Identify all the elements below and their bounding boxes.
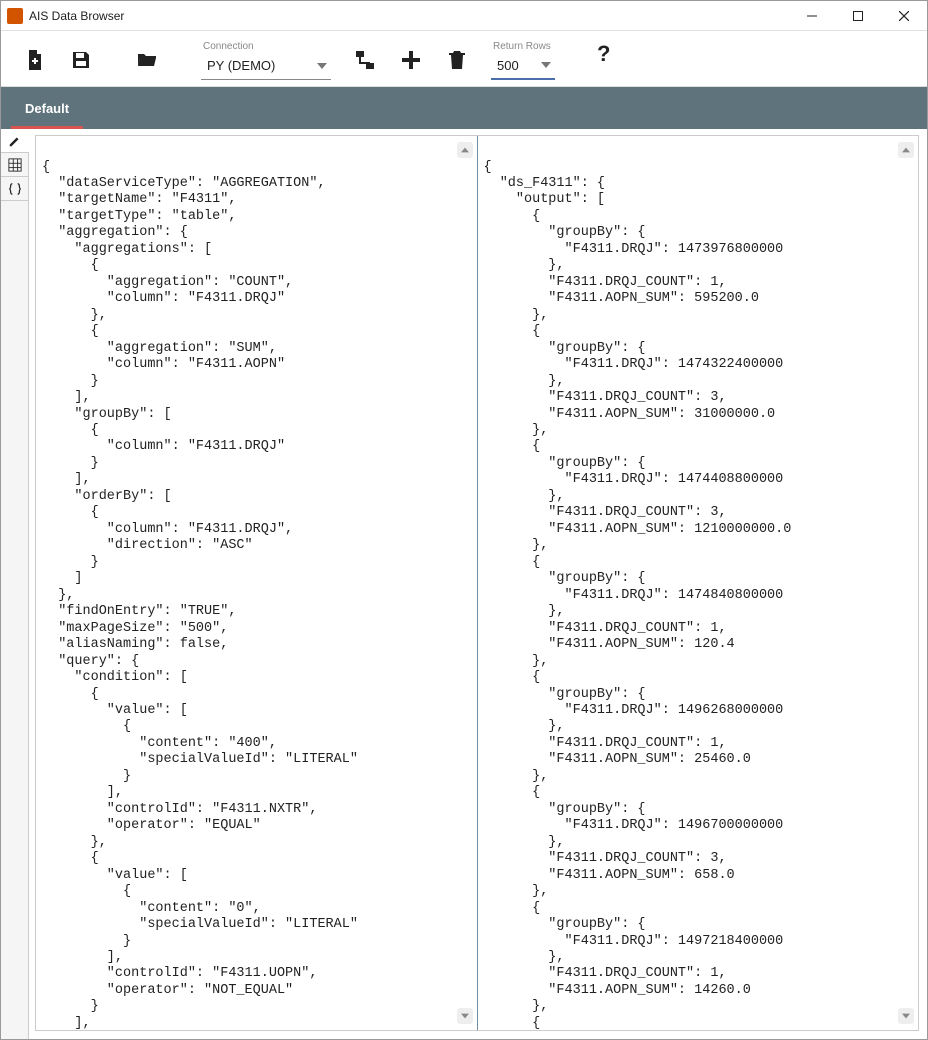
braces-mode-button[interactable] (1, 177, 29, 201)
editor-panes: { "dataServiceType": "AGGREGATION", "tar… (35, 135, 919, 1031)
connection-label: Connection (203, 41, 331, 52)
delete-button[interactable] (437, 40, 477, 80)
toolbar: Connection PY (DEMO) Return Rows 500 ? (1, 31, 927, 87)
return-rows-label: Return Rows (493, 41, 555, 52)
minimize-button[interactable] (789, 1, 835, 30)
save-button[interactable] (61, 40, 101, 80)
request-json[interactable]: { "dataServiceType": "AGGREGATION", "tar… (36, 150, 477, 1031)
grid-mode-button[interactable] (1, 153, 29, 177)
window-title: AIS Data Browser (29, 9, 789, 23)
connection-dropdown[interactable]: PY (DEMO) (201, 52, 331, 80)
titlebar: AIS Data Browser (1, 1, 927, 31)
return-rows-field: Return Rows 500 (491, 41, 555, 80)
window-controls (789, 1, 927, 30)
body: { "dataServiceType": "AGGREGATION", "tar… (1, 129, 927, 1039)
response-pane[interactable]: { "ds_F4311": { "output": [ { "groupBy":… (477, 136, 919, 1030)
scroll-up-button[interactable] (457, 142, 473, 158)
open-folder-button[interactable] (127, 40, 167, 80)
tab-default[interactable]: Default (11, 89, 83, 129)
maximize-button[interactable] (835, 1, 881, 30)
scroll-up-button[interactable] (898, 142, 914, 158)
connection-manage-button[interactable] (345, 40, 385, 80)
left-toolbar (1, 129, 29, 1039)
new-file-button[interactable] (15, 40, 55, 80)
edit-mode-button[interactable] (1, 129, 29, 153)
return-rows-value: 500 (497, 58, 519, 73)
tabbar: Default (1, 87, 927, 129)
scroll-down-button[interactable] (898, 1008, 914, 1024)
app-window: AIS Data Browser Connection (0, 0, 928, 1040)
connection-value: PY (DEMO) (207, 58, 275, 73)
help-button[interactable]: ? (589, 41, 618, 71)
return-rows-dropdown[interactable]: 500 (491, 52, 555, 80)
add-button[interactable] (391, 40, 431, 80)
scroll-down-button[interactable] (457, 1008, 473, 1024)
chevron-down-icon (541, 60, 551, 70)
request-pane[interactable]: { "dataServiceType": "AGGREGATION", "tar… (36, 136, 477, 1030)
chevron-down-icon (317, 61, 327, 71)
connection-field: Connection PY (DEMO) (201, 41, 331, 80)
app-icon (7, 8, 23, 24)
response-json[interactable]: { "ds_F4311": { "output": [ { "groupBy":… (478, 150, 919, 1031)
close-button[interactable] (881, 1, 927, 30)
